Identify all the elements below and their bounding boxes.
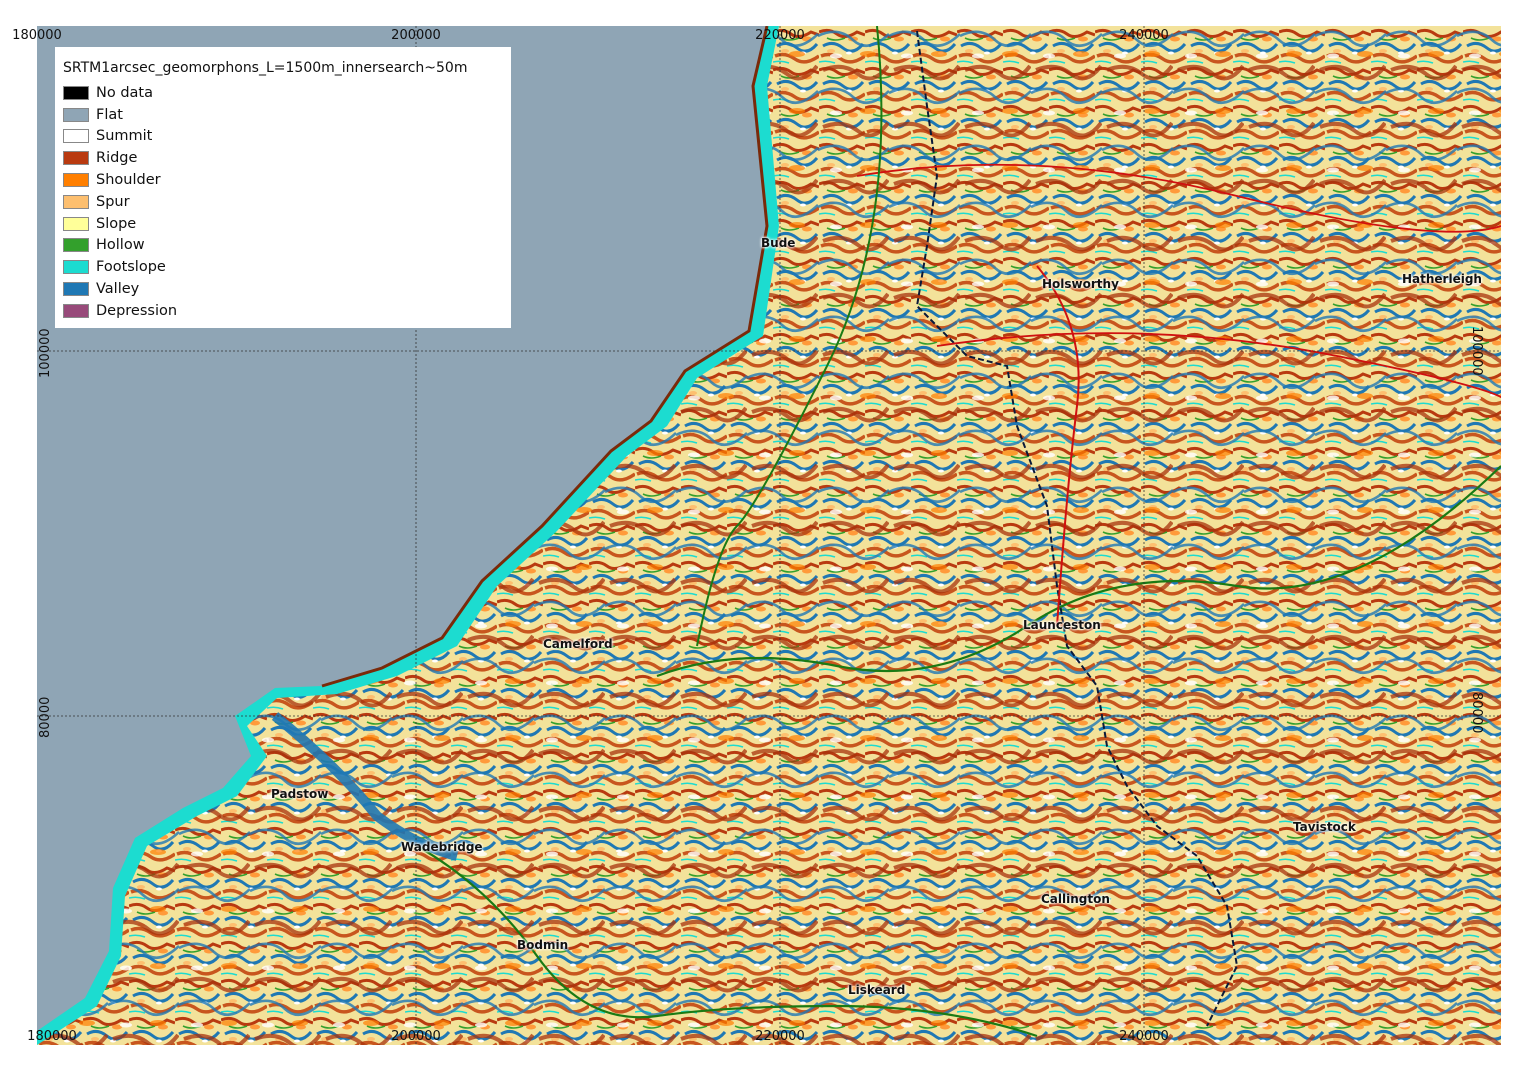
legend-swatch: [63, 194, 89, 209]
y-tick-left-80000: 80000: [38, 696, 53, 738]
legend-row-footslope: Footslope: [63, 256, 511, 278]
town-label-launceston: Launceston: [1023, 618, 1101, 632]
legend-swatch: [63, 260, 89, 275]
town-label-padstow: Padstow: [271, 787, 329, 801]
y-tick-left-100000: 100000: [38, 328, 53, 378]
town-label-camelford: Camelford: [543, 637, 613, 651]
legend-row-hollow: Hollow: [63, 235, 511, 257]
legend-label: Hollow: [96, 237, 145, 254]
x-tick-bottom-220000: 220000: [755, 1029, 805, 1044]
legend-label: Spur: [96, 193, 130, 210]
legend-label: Depression: [96, 302, 178, 319]
town-label-wadebridge: Wadebridge: [401, 840, 483, 854]
legend-label: Slope: [96, 215, 137, 232]
legend-row-no-data: No data: [63, 82, 511, 104]
legend-row-shoulder: Shoulder: [63, 169, 511, 191]
legend-swatch: [63, 238, 89, 253]
legend-swatch: [63, 85, 89, 100]
x-tick-bottom-180000: 180000: [27, 1029, 77, 1044]
legend-swatch: [63, 303, 89, 318]
legend-items: No data Flat Summit Ridge Shoulder Spur Slope H…: [63, 82, 511, 322]
legend-swatch: [63, 216, 89, 231]
legend-label: Ridge: [96, 150, 138, 167]
town-label-holsworthy: Holsworthy: [1042, 277, 1119, 291]
town-label-liskeard: Liskeard: [848, 983, 906, 997]
legend-swatch: [63, 151, 89, 166]
town-label-bodmin: Bodmin: [517, 938, 569, 952]
x-tick-top-220000: 220000: [755, 28, 805, 43]
x-tick-top-200000: 200000: [391, 28, 441, 43]
legend-row-summit: Summit: [63, 126, 511, 148]
x-tick-top-240000: 240000: [1119, 28, 1169, 43]
legend-label: Shoulder: [96, 172, 161, 189]
legend-row-valley: Valley: [63, 278, 511, 300]
town-label-callington: Callington: [1041, 892, 1110, 906]
legend-label: Footslope: [96, 259, 166, 276]
legend-title: SRTM1arcsec_geomorphons_L=1500m_innersea…: [63, 60, 468, 76]
legend-label: No data: [96, 84, 153, 101]
town-label-hatherleigh: Hatherleigh: [1402, 272, 1482, 286]
x-tick-bottom-240000: 240000: [1119, 1029, 1169, 1044]
legend-swatch: [63, 173, 89, 188]
legend-label: Summit: [96, 128, 153, 145]
legend-row-slope: Slope: [63, 213, 511, 235]
x-tick-bottom-200000: 200000: [391, 1029, 441, 1044]
town-label-tavistock: Tavistock: [1293, 820, 1356, 834]
legend-label: Flat: [96, 106, 123, 123]
legend-swatch: [63, 107, 89, 122]
map-legend: SRTM1arcsec_geomorphons_L=1500m_innersea…: [55, 47, 511, 328]
legend-row-depression: Depression: [63, 300, 511, 322]
legend-label: Valley: [96, 281, 140, 298]
y-tick-right-100000: 100000: [1469, 326, 1484, 376]
legend-swatch: [63, 129, 89, 144]
y-tick-right-80000: 80000: [1469, 692, 1484, 734]
legend-row-ridge: Ridge: [63, 147, 511, 169]
legend-swatch: [63, 282, 89, 297]
town-label-bude: Bude: [761, 236, 796, 250]
x-tick-top-180000: 180000: [12, 28, 62, 43]
legend-row-spur: Spur: [63, 191, 511, 213]
legend-row-flat: Flat: [63, 104, 511, 126]
